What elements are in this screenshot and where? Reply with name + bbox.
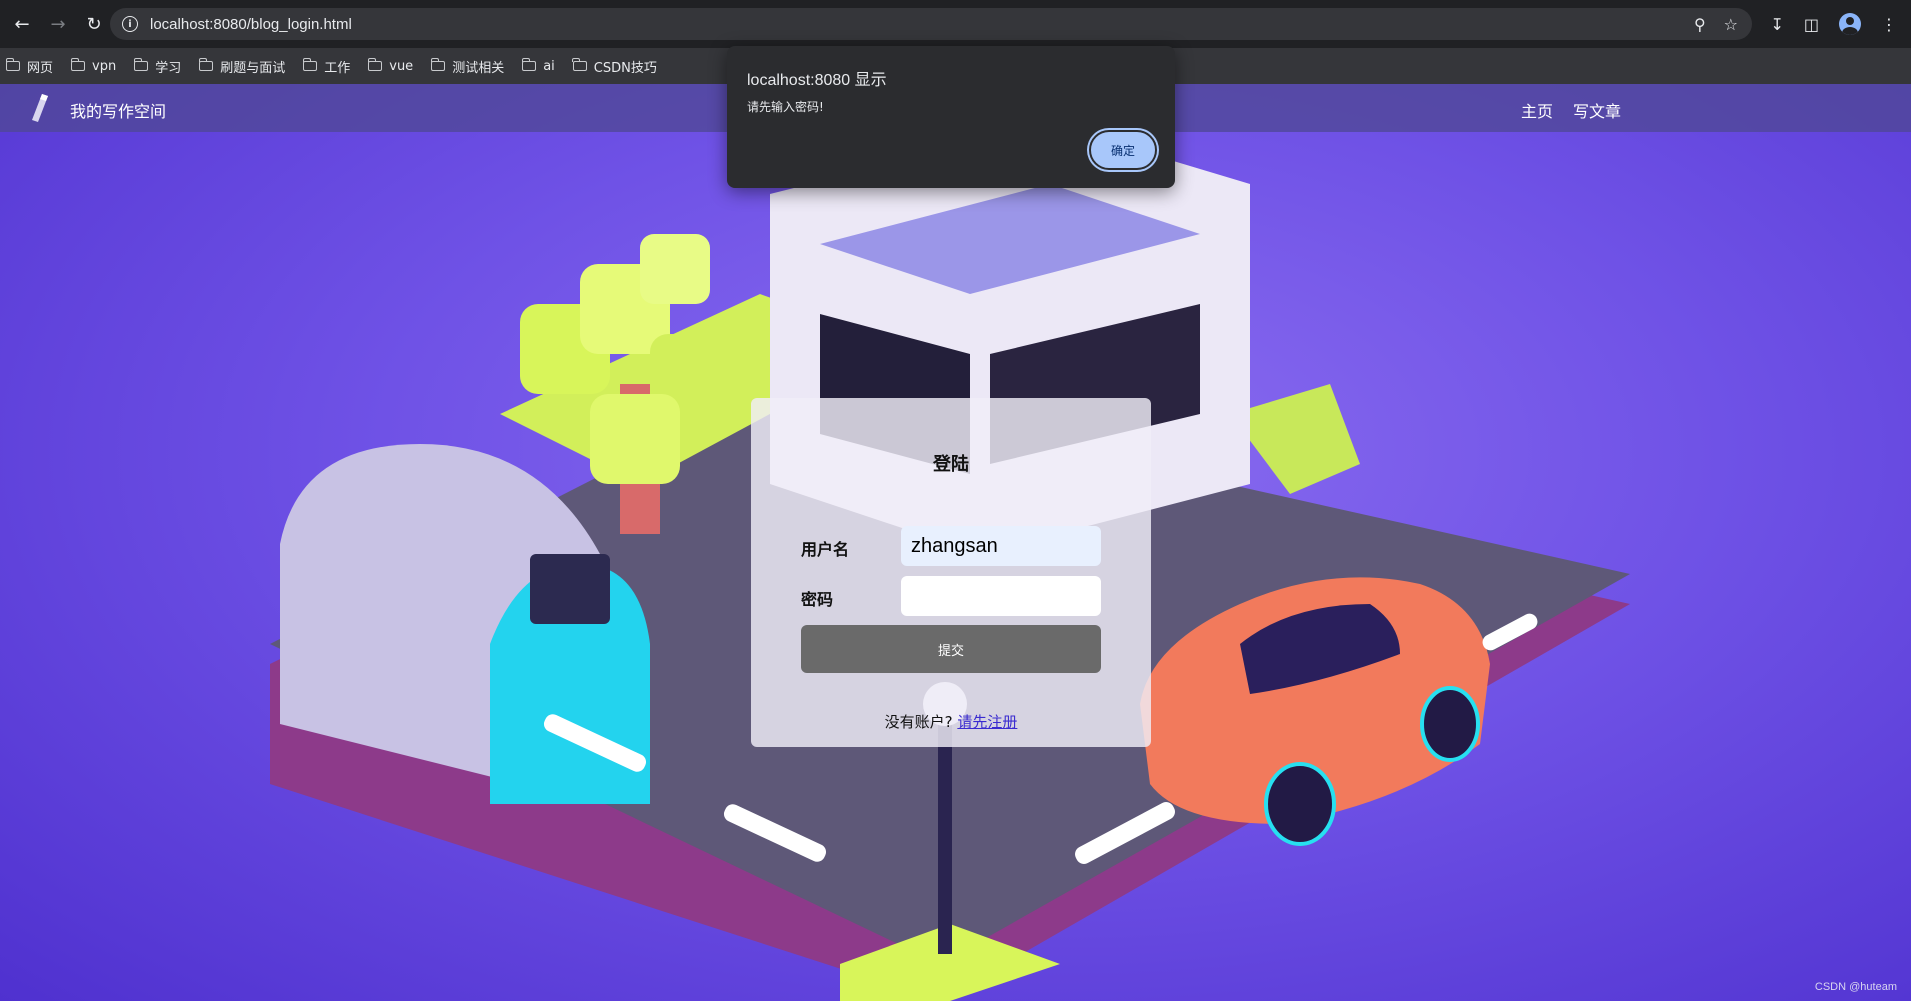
key-icon[interactable]: ⚲ [1694, 15, 1706, 34]
bookmark-folder[interactable]: ai [521, 58, 555, 74]
folder-icon [521, 58, 537, 71]
site-info-icon[interactable]: i [122, 16, 138, 32]
pen-logo-icon [32, 94, 48, 122]
submit-button[interactable]: 提交 [801, 625, 1101, 673]
star-icon[interactable]: ☆ [1724, 15, 1738, 34]
dialog-title: localhost:8080 显示 [747, 72, 887, 89]
dialog-message: 请先输入密码! [747, 100, 824, 114]
car-wheel [1264, 762, 1336, 846]
bookmark-folder[interactable]: CSDN技巧 [572, 57, 657, 76]
bookmark-folder[interactable]: vue [367, 58, 413, 74]
register-prompt: 没有账户? 请先注册 [751, 711, 1151, 732]
address-bar[interactable]: i localhost:8080/blog_login.html ⚲ ☆ [110, 8, 1752, 40]
more-menu-icon[interactable]: ⋮ [1881, 15, 1897, 34]
username-label: 用户名 [801, 540, 850, 559]
no-account-text: 没有账户? [884, 713, 953, 731]
bookmark-folder[interactable]: 刷题与面试 [198, 57, 285, 76]
bookmark-folder[interactable]: 工作 [302, 57, 350, 76]
folder-icon [133, 58, 149, 71]
folder-icon [198, 58, 214, 71]
folder-icon [302, 58, 318, 71]
login-title: 登陆 [933, 454, 969, 475]
register-link[interactable]: 请先注册 [957, 713, 1017, 731]
login-card: 登陆 用户名 密码 提交 没有账户? 请先注册 [751, 398, 1151, 747]
folder-icon [430, 58, 446, 71]
car-wheel [1420, 686, 1480, 762]
bookmark-folder[interactable]: 网页 [5, 57, 53, 76]
nav-link-write-article[interactable]: 写文章 [1573, 98, 1621, 122]
bookmark-folder[interactable]: 测试相关 [430, 57, 504, 76]
browser-toolbar: ← → ↻ i localhost:8080/blog_login.html ⚲… [0, 0, 1911, 48]
password-label: 密码 [801, 590, 834, 609]
folder-icon [572, 58, 587, 71]
password-input[interactable] [901, 576, 1101, 616]
download-icon[interactable]: ↧ [1770, 15, 1783, 34]
bookmark-folder[interactable]: 学习 [133, 57, 181, 76]
tree-leaf [590, 394, 680, 484]
side-panel-icon[interactable]: ◫ [1804, 15, 1819, 34]
tree-leaf [640, 234, 710, 304]
tunnel-sign [530, 554, 610, 624]
alert-dialog: localhost:8080 显示 请先输入密码! 确定 [727, 46, 1175, 188]
watermark: CSDN @huteam [1814, 981, 1897, 993]
site-title: 我的写作空间 [70, 102, 167, 121]
nav-link-home[interactable]: 主页 [1521, 98, 1553, 122]
back-arrow-icon[interactable]: ← [8, 10, 36, 38]
forward-arrow-icon[interactable]: → [44, 10, 72, 38]
bookmark-folder[interactable]: vpn [70, 58, 116, 74]
folder-icon [5, 58, 20, 71]
folder-icon [367, 58, 383, 71]
reload-icon[interactable]: ↻ [80, 10, 108, 38]
folder-icon [70, 58, 86, 71]
address-url[interactable]: localhost:8080/blog_login.html [150, 16, 352, 33]
profile-avatar-icon[interactable] [1839, 13, 1861, 35]
username-input[interactable] [901, 526, 1101, 566]
dialog-ok-button[interactable]: 确定 [1089, 130, 1157, 170]
